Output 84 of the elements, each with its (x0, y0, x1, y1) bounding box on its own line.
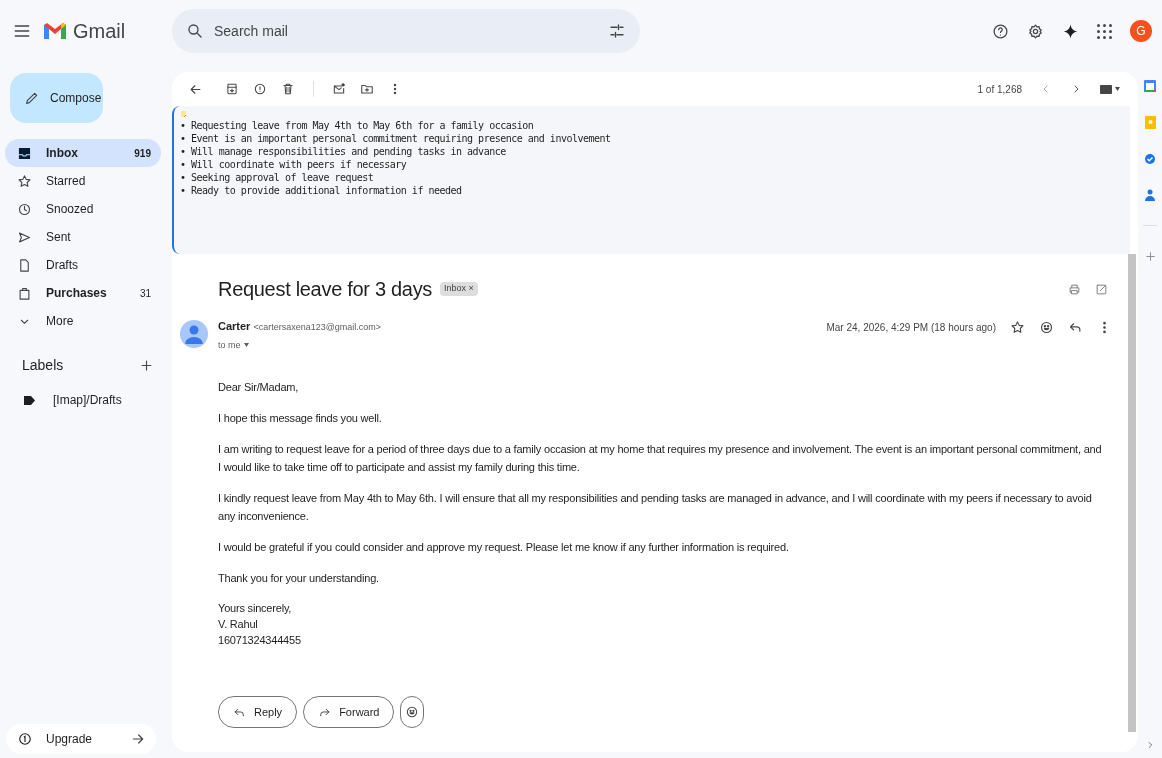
emoji-icon[interactable] (1039, 319, 1054, 335)
email-paragraph: Dear Sir/Madam, (218, 380, 300, 395)
add-label-icon[interactable] (139, 358, 154, 373)
email-subject: Request leave for 3 days (218, 277, 433, 302)
sidebar-item-label: Starred (46, 173, 87, 190)
search-field[interactable]: Search mail (172, 9, 640, 53)
label-icon (24, 395, 35, 405)
filter-icon[interactable] (608, 22, 626, 40)
sidebar-item-label: Sent (46, 229, 72, 246)
label-chip[interactable]: Inbox × (440, 282, 478, 296)
report-spam-icon[interactable] (253, 82, 267, 96)
sidebar-item[interactable]: Sent (5, 223, 161, 251)
add-icon[interactable] (1143, 250, 1157, 263)
email-paragraph: I would be grateful if you could consider and approve my request. Please let me know if any further information is required. (218, 540, 790, 555)
send-icon (17, 229, 32, 245)
sender-name: Carter (218, 319, 251, 334)
summary-bullet: • Ready to provide additional information if needed (180, 184, 463, 197)
labels-heading: Labels (22, 356, 65, 375)
emoji-icon (405, 705, 420, 719)
search-input[interactable]: Search mail (214, 20, 598, 42)
sidebar-item[interactable]: Starred (5, 167, 161, 195)
document-icon (17, 257, 32, 273)
pencil-icon (24, 90, 40, 106)
delete-icon[interactable] (281, 82, 295, 96)
caret-icon (243, 343, 249, 348)
keyboard-icon (1100, 84, 1112, 94)
number-one-icon (18, 732, 32, 746)
signature-line: 16071324344455 (218, 633, 302, 648)
note-icon (180, 110, 188, 118)
compose-button[interactable]: Compose (10, 73, 103, 123)
summary-bullet: • Will manage responsibilities and pending tasks in advance (180, 145, 507, 158)
apps-icon[interactable] (1097, 23, 1112, 39)
sender-avatar (180, 320, 208, 348)
mark-unread-icon[interactable] (332, 82, 346, 96)
open-in-new-window-icon[interactable] (1095, 282, 1108, 296)
scrollbar[interactable] (1128, 254, 1136, 732)
upgrade-button[interactable]: Upgrade (6, 724, 156, 754)
sidebar-item-label: Inbox (46, 145, 79, 162)
pagination-count: 1 of 1,268 (977, 82, 1022, 97)
label-item[interactable]: [Imap]/Drafts (0, 386, 172, 414)
email-paragraph: I hope this message finds you well. (218, 411, 383, 426)
inbox-icon (17, 145, 32, 161)
recipients-dropdown[interactable]: to me (218, 338, 382, 352)
input-tools-button[interactable] (1100, 84, 1120, 94)
arrow-right-icon (130, 731, 146, 747)
unread-count: 31 (139, 286, 151, 301)
email-paragraph: I am writing to request leave for a period of three days due to a family occasion at my home that requires my presence and involvement. The event is an important personal commitment, and I would like to take time off to participate and assist my family during this time. (218, 442, 1102, 475)
app-name: Gmail (73, 19, 126, 44)
tasks-icon[interactable] (1144, 153, 1156, 165)
sidebar-item[interactable]: Drafts (5, 251, 161, 279)
sidebar-item[interactable]: Snoozed (5, 195, 161, 223)
sidebar-item-label: Purchases (46, 285, 108, 302)
sidebar-item-label: Snoozed (46, 201, 95, 218)
settings-icon[interactable] (1027, 22, 1044, 40)
sidebar-item-label: More (46, 313, 75, 330)
summary-bullet: • Event is an important personal commitment requiring presence and involvement (180, 132, 612, 145)
move-to-icon[interactable] (360, 82, 374, 96)
signature-line: Yours sincerely, (218, 601, 293, 616)
email-date: Mar 24, 2026, 4:29 PM (18 hours ago) (826, 320, 996, 335)
email-paragraph: I kindly request leave from May 4th to May 6th. I will ensure that all my responsibilities and pending tasks are managed in advance, and I will coordinate with my peers if necessary to avoid any inconvenience. (218, 491, 1093, 524)
contacts-icon[interactable] (1145, 189, 1155, 201)
sender-address: <cartersaxena123@gmail.com> (253, 321, 382, 334)
help-icon[interactable] (992, 22, 1009, 40)
email-paragraph: Thank you for your understanding. (218, 571, 380, 586)
sidebar-item[interactable]: Inbox 919 (5, 139, 161, 167)
sparkle-icon[interactable] (1062, 22, 1079, 40)
unread-count: 919 (134, 146, 151, 161)
archive-icon[interactable] (225, 82, 239, 96)
shopping-bag-icon (17, 285, 32, 301)
print-icon[interactable] (1068, 282, 1081, 296)
gmail-logo-icon (42, 21, 68, 41)
caret-icon (1115, 87, 1120, 91)
sidebar-item-label: Drafts (46, 257, 79, 274)
signature-line: V. Rahul (218, 617, 259, 632)
summary-bullet: • Seeking approval of leave request (180, 171, 375, 184)
sidebar-item[interactable]: More (5, 307, 161, 335)
summary-bullet: • Will coordinate with peers if necessary (180, 158, 408, 171)
clock-icon (17, 201, 32, 217)
search-icon (186, 22, 204, 40)
star-icon (17, 173, 32, 189)
summary-bullet: • Requesting leave from May 4th to May 6th for a family occasion (180, 119, 535, 132)
calendar-icon[interactable] (1144, 80, 1156, 92)
sidebar-item[interactable]: Purchases 31 (5, 279, 161, 307)
star-icon[interactable] (1010, 319, 1025, 335)
